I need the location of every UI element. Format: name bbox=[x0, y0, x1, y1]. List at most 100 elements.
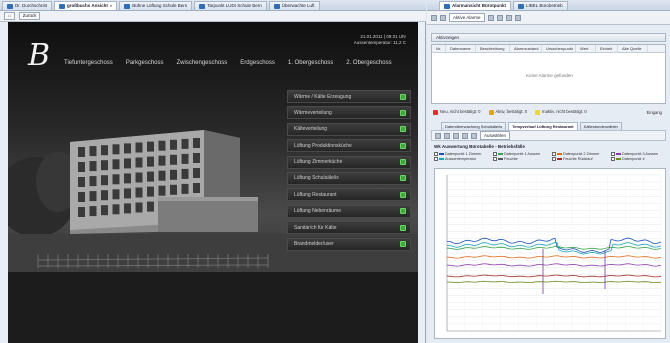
system-menu-item[interactable]: Lüftung Nebenräume bbox=[287, 204, 411, 218]
right-tab[interactable]: Alarmansicht Bürotpunkt bbox=[439, 1, 512, 10]
ack-icon[interactable] bbox=[487, 14, 494, 21]
filter-icon[interactable] bbox=[440, 14, 446, 21]
legend-item[interactable]: Datenpunkt 1 Aussen bbox=[493, 152, 548, 156]
window-shape bbox=[181, 153, 189, 164]
system-menu-item[interactable]: Kälteverteilung bbox=[287, 122, 411, 136]
export-icon[interactable] bbox=[514, 14, 521, 21]
date-time-readout: 21.01.2011 | 09:31 Uhr Aussentemperatur:… bbox=[354, 34, 406, 46]
chart-tab[interactable]: Tempverlauf Lüftung Restaurant bbox=[508, 122, 578, 130]
legend-item[interactable]: Datenpunkt 4 bbox=[611, 157, 666, 161]
checkbox[interactable] bbox=[552, 152, 556, 156]
zoom-in-icon[interactable] bbox=[435, 132, 441, 139]
window-shape bbox=[112, 174, 120, 185]
back-button[interactable]: Zurück bbox=[18, 12, 41, 20]
legend-label: Datenpunkt 2 Zimmer bbox=[563, 152, 600, 156]
window-shape bbox=[101, 190, 108, 201]
checkbox[interactable] bbox=[611, 157, 615, 161]
checkbox[interactable] bbox=[493, 152, 497, 156]
legend-item[interactable]: Feuchte bbox=[493, 157, 548, 161]
system-menu-item[interactable]: Brandmelder/user bbox=[287, 237, 411, 251]
grid-column-header[interactable]: Alte Quelle bbox=[618, 45, 648, 52]
print-icon[interactable] bbox=[505, 14, 512, 21]
window-shape bbox=[193, 183, 200, 193]
floor-link[interactable]: 2. Obergeschoss bbox=[346, 60, 391, 66]
window-shape bbox=[78, 147, 85, 157]
close-icon[interactable]: × bbox=[110, 2, 112, 10]
zoom-out-icon[interactable] bbox=[444, 132, 450, 139]
legend-item[interactable]: Datenpunkt 1 Zimmer bbox=[434, 152, 489, 156]
left-tab[interactable]: großbuchs Ansicht × bbox=[54, 1, 118, 10]
legend-item[interactable]: Feuchte Rücklauf bbox=[552, 157, 607, 161]
tab-label: Alarmansicht Bürotpunkt bbox=[452, 3, 507, 8]
grid-column-header[interactable]: Nr. bbox=[432, 45, 446, 52]
window-shape bbox=[135, 202, 143, 213]
legend-item[interactable]: Aussentemperatur bbox=[434, 157, 489, 161]
status-ok-icon bbox=[400, 126, 406, 133]
grid-column-header[interactable]: Ursachenpunkt bbox=[542, 45, 576, 52]
legend-label: Aussentemperatur bbox=[445, 157, 477, 161]
pan-icon[interactable] bbox=[453, 132, 459, 139]
system-menu-item[interactable]: Wärmeverteilung bbox=[287, 106, 411, 120]
system-menu-item[interactable]: Lüftung Schulsäle/is bbox=[287, 171, 411, 185]
chart-tab[interactable]: Datenüberwachung Schulsäle/is bbox=[441, 122, 507, 130]
grid-column-header[interactable]: Alarmzustand bbox=[510, 45, 542, 52]
system-menu-item[interactable]: Lüftung Restaurant bbox=[287, 188, 411, 202]
alarm-status-item: Inaktiv, nicht bestätigt: 0 bbox=[535, 109, 587, 115]
floor-link[interactable]: 1. Obergeschoss bbox=[288, 60, 333, 66]
grid-column-header[interactable]: Datenname bbox=[446, 45, 476, 52]
floor-link[interactable]: Erdgeschoss bbox=[240, 60, 275, 66]
system-menu-item[interactable]: Sanitär/ch für Kälte bbox=[287, 221, 411, 235]
legend-item[interactable]: Datenpunkt 2 Zimmer bbox=[552, 152, 607, 156]
system-menu-label: Kälteverteilung bbox=[294, 126, 328, 133]
grid-column-header[interactable]: Einheit bbox=[596, 45, 618, 52]
checkbox[interactable] bbox=[552, 157, 556, 161]
window-shape bbox=[193, 138, 200, 148]
status-ok-icon bbox=[400, 142, 406, 149]
refresh-icon[interactable] bbox=[431, 14, 437, 21]
document-icon bbox=[7, 3, 13, 9]
grid-column-header[interactable]: Beschreibung bbox=[476, 45, 510, 52]
screen: Dr. Durchschnitt großbuchs Ansicht × Bühne … bbox=[0, 0, 670, 343]
chart-tab[interactable]: Kältestundenzähler bbox=[579, 122, 622, 130]
window-shape bbox=[147, 171, 154, 182]
floor-link[interactable]: Tiefuntergeschoss bbox=[64, 60, 113, 66]
cursor-icon[interactable] bbox=[462, 132, 468, 139]
floor-link[interactable]: Parkgeschoss bbox=[126, 60, 164, 66]
trend-chart[interactable] bbox=[434, 168, 666, 339]
calendar-icon[interactable] bbox=[471, 132, 477, 139]
left-tab[interactable]: Tarpunkt LUDI Schule Bern bbox=[194, 1, 267, 10]
floor-link[interactable]: Zwischengeschoss bbox=[177, 60, 228, 66]
alarm-filter-select[interactable]: Aktive Alarme bbox=[449, 13, 485, 22]
window-shape bbox=[135, 142, 143, 153]
left-tab[interactable]: Dr. Durchschnitt bbox=[2, 1, 53, 10]
alarm-panel-title: Aktivzeigen bbox=[431, 33, 666, 42]
system-menu-item[interactable]: Wärme / Kälte Erzeugung bbox=[287, 90, 411, 103]
home-button[interactable]: ⌂ bbox=[4, 12, 15, 20]
system-menu-item[interactable]: Lüftung Zimmerküche bbox=[287, 155, 411, 169]
system-menu-label: Brandmelder/user bbox=[294, 241, 334, 248]
system-menu-item[interactable]: Lüftung Produktionsküche bbox=[287, 139, 411, 153]
legend-swatch bbox=[439, 158, 444, 160]
left-tab[interactable]: Überwachte Luft bbox=[268, 1, 320, 10]
window-shape bbox=[135, 157, 143, 168]
right-tab[interactable]: LIBEL Bürobetrieb bbox=[513, 1, 568, 10]
legend-label: Feuchte bbox=[504, 157, 518, 161]
checkbox[interactable] bbox=[434, 152, 438, 156]
window-shape bbox=[124, 158, 131, 169]
left-tab[interactable]: Bühne Lüftung Schule Bern bbox=[119, 1, 193, 10]
system-menu-label: Lüftung Produktionsküche bbox=[294, 142, 352, 149]
ack-all-icon[interactable] bbox=[496, 14, 503, 21]
legend-item[interactable]: Datenpunkt 3 Aussen bbox=[611, 152, 666, 156]
checkbox[interactable] bbox=[434, 157, 438, 161]
checkbox[interactable] bbox=[611, 152, 615, 156]
window-shape bbox=[193, 168, 200, 178]
window-shape bbox=[170, 139, 177, 150]
window-shape bbox=[112, 159, 120, 170]
legend-label: Feuchte Rücklauf bbox=[563, 157, 593, 161]
legend-swatch bbox=[557, 153, 562, 155]
checkbox[interactable] bbox=[493, 157, 497, 161]
window-shape bbox=[124, 203, 131, 214]
chart-select[interactable]: Auswählen bbox=[480, 131, 511, 140]
grid-column-header[interactable]: Wert bbox=[576, 45, 596, 52]
system-menu-label: Wärmeverteilung bbox=[294, 109, 332, 116]
